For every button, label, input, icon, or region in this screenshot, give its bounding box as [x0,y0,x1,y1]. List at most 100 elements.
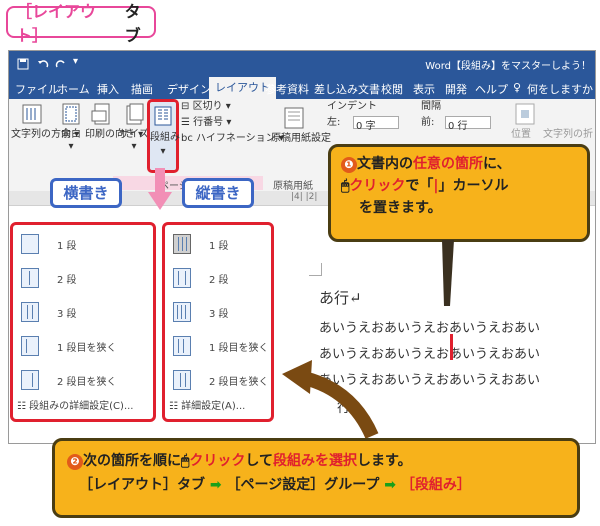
vertical-item-label: 3 段 [209,308,229,320]
tab-insert[interactable]: 挿入 [97,81,119,97]
margins-label: 余白 [61,129,81,140]
hyphenation-label: ハイフネーション [196,133,276,144]
title-tab-name: ［レイアウト］ [16,2,97,45]
page-corner-mark [309,263,322,276]
tell-me-box[interactable]: 何をしますか [527,81,593,97]
callout1-text-e: 」カーソル [438,178,509,194]
vertical-one-column-icon [173,234,191,254]
tab-design[interactable]: デザイン [167,81,211,97]
title-suffix: タブ [124,2,141,45]
horizontal-item-label: 3 段 [57,308,77,320]
more-columns-label: 段組みの詳細設定(C)... [29,401,134,412]
vertical-label: 縦書き [182,178,254,208]
tab-developer[interactable]: 開発 [445,81,467,97]
vertical-three-columns-icon [173,302,191,322]
manuscript-icon [284,107,304,129]
vertical-one-column[interactable]: 1 段 [173,231,229,257]
size-button[interactable]: サイズ ▾ [119,129,149,153]
horizontal-one-column[interactable]: 1 段 [21,231,77,257]
tab-review[interactable]: 校閲 [381,81,403,97]
tab-draw[interactable]: 描画 [131,81,153,97]
callout-step-2: ❷ 次の箇所を順に🖱クリックして段組みを選択します。 ［レイアウト］タブ ➡ ［ペ… [52,438,580,518]
callout1-text-a: 文書内の [357,156,413,172]
down-arrow-icon [148,168,172,210]
vertical-second-narrow-icon [173,370,191,390]
line-numbers-button[interactable]: ☰ 行番号 ▾ [181,117,231,129]
position-icon [515,103,535,125]
more-columns-link[interactable]: ☷ 段組みの詳細設定(C)... [17,397,133,412]
two-columns-icon [21,268,39,288]
save-icon[interactable] [17,58,29,70]
three-columns-icon [21,302,39,322]
spacing-before-label: 前: [421,117,435,128]
callout2-text-b: して [245,453,273,469]
horizontal-two-columns[interactable]: 2 段 [21,265,77,291]
right-narrow-icon [21,370,39,390]
margins-icon [62,103,80,125]
size-icon [126,103,144,125]
horizontal-columns-panel: 1 段 2 段 3 段 1 段目を狭く 2 段目を狭く ☷ 段組みの詳細設定(C… [10,222,156,422]
text-direction-button[interactable]: 文字列の方向 ▾ [11,129,79,141]
wrap-text-button[interactable]: 文字列の折 [543,129,593,141]
line-numbers-label: 行番号 [193,117,224,128]
orientation-button[interactable]: 印刷の向き ▾ [85,129,143,141]
hyphenation-button[interactable]: bc ハイフネーション ▾ [181,133,284,145]
tab-file[interactable]: ファイル [15,81,59,97]
arrow-right-icon: ➡ [384,477,396,493]
manuscript-button[interactable]: 原稿用紙設定 [271,133,331,145]
vertical-two-columns-icon [173,268,191,288]
window-title: Word【段組み】をマスターしよう！ [425,61,591,72]
columns-caret: ▾ [160,146,166,157]
title-badge: ［レイアウト］ タブ [6,2,156,45]
breaks-button[interactable]: ⊟ 区切り ▾ [181,101,231,113]
vertical-second-narrow[interactable]: 2 段目を狭く [173,367,269,393]
spacing-before-input[interactable]: 0 行 [445,116,491,132]
position-button[interactable]: 位置 [511,129,531,141]
orientation-icon [91,103,110,125]
tab-view[interactable]: 表示 [413,81,435,97]
vertical-item-label: 2 段 [209,274,229,286]
columns-button[interactable]: 段組み ▾ [147,99,180,173]
title-bar: ▾ Word【段組み】をマスターしよう！ [9,51,595,77]
more-vertical-link[interactable]: ☷ 詳細設定(A)... [169,397,245,412]
step-1-number: ❶ [341,157,357,173]
curved-arrow-icon [282,360,379,439]
columns-label: 段組み [150,132,180,143]
callout2-step-page-setup: ［ページ設定］グループ [226,477,380,493]
callout1-click: クリック [349,178,406,194]
text-direction-icon [22,104,42,124]
vertical-three-columns[interactable]: 3 段 [173,299,229,325]
indent-left-input[interactable]: 0 字 [353,116,399,132]
horizontal-left-narrow[interactable]: 1 段目を狭く [21,333,117,359]
doc-heading: あ行↵ [319,289,362,307]
vertical-first-narrow[interactable]: 1 段目を狭く [173,333,269,359]
arrow-right-icon: ➡ [209,477,222,493]
vertical-two-columns[interactable]: 2 段 [173,265,229,291]
indent-left-label: 左: [327,117,341,128]
tab-home[interactable]: ホーム [57,81,90,97]
vertical-item-label: 2 段目を狭く [209,376,269,388]
left-narrow-icon [21,336,39,356]
tab-help[interactable]: ヘルプ [475,81,508,97]
manuscript-label: 原稿用紙設定 [271,133,331,144]
search-icon[interactable]: ♀ [513,81,521,94]
margins-button[interactable]: 余白 ▾ [55,129,87,153]
horizontal-right-narrow[interactable]: 2 段目を狭く [21,367,117,393]
tab-references[interactable]: 参考資料 [265,81,309,97]
undo-icon[interactable] [37,58,49,70]
horizontal-item-label: 1 段目を狭く [57,342,117,354]
horizontal-three-columns[interactable]: 3 段 [21,299,77,325]
vertical-item-label: 1 段 [209,240,229,252]
spacing-label: 間隔 [421,101,441,112]
step-2-number: ❷ [67,454,83,470]
redo-icon[interactable] [55,58,67,70]
text-cursor [450,334,453,360]
tab-mailings[interactable]: 差し込み文書 [314,81,380,97]
indent-label: インデント [327,101,377,112]
callout-1-pointer-icon [442,240,454,306]
customize-qat-icon[interactable]: ▾ [73,56,78,67]
callout1-text-b: 任意の箇所 [413,156,483,172]
breaks-label: 区切り [192,101,223,112]
callout2-click: クリック [189,453,246,469]
vertical-columns-panel: 1 段 2 段 3 段 1 段目を狭く 2 段目を狭く ☷ 詳細設定(A)... [162,222,274,422]
